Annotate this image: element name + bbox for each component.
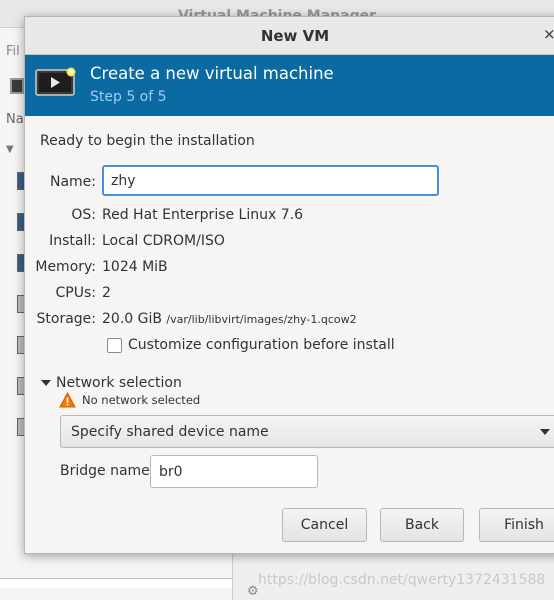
ready-text: Ready to begin the installation bbox=[40, 133, 255, 149]
network-warning: No network selected bbox=[59, 392, 200, 408]
cpus-value: 2 bbox=[102, 285, 111, 301]
monitor-icon[interactable] bbox=[10, 78, 24, 94]
name-label: Name: bbox=[49, 174, 96, 190]
background-menu-file[interactable]: Fil bbox=[6, 44, 20, 59]
background-statusbar bbox=[0, 578, 232, 588]
storage-path: /var/lib/libvirt/images/zhy-1.qcow2 bbox=[166, 313, 357, 326]
expander-arrow-icon[interactable] bbox=[41, 380, 51, 386]
warning-icon bbox=[59, 392, 76, 408]
name-input[interactable] bbox=[102, 165, 439, 196]
close-icon[interactable]: × bbox=[543, 25, 554, 43]
storage-label: Storage: bbox=[36, 311, 97, 327]
cpus-label: CPUs: bbox=[55, 285, 96, 301]
wizard-banner: Create a new virtual machine Step 5 of 5 bbox=[25, 55, 554, 116]
finish-button[interactable]: Finish bbox=[479, 508, 554, 542]
memory-label: Memory: bbox=[35, 259, 96, 275]
cancel-button[interactable]: Cancel bbox=[282, 508, 367, 542]
gear-icon[interactable]: ⚙ bbox=[247, 584, 259, 599]
new-vm-dialog: New VM × Create a new virtual machine St… bbox=[24, 16, 554, 554]
back-button[interactable]: Back bbox=[380, 508, 464, 542]
network-source-selected[interactable]: Specify shared device name bbox=[71, 424, 269, 440]
dialog-title: New VM bbox=[260, 27, 330, 45]
banner-title: Create a new virtual machine bbox=[90, 64, 334, 83]
warning-text: No network selected bbox=[82, 393, 201, 407]
customize-checkbox[interactable] bbox=[107, 337, 122, 353]
expander-arrow-icon[interactable]: ▼ bbox=[6, 144, 14, 155]
dialog-titlebar[interactable]: New VM × bbox=[25, 17, 554, 55]
watermark: https://blog.csdn.net/qwerty1372431588 bbox=[258, 572, 546, 588]
customize-checkbox-row[interactable]: Customize configuration before install bbox=[107, 337, 395, 353]
network-source-dropdown[interactable]: Specify shared device name bbox=[60, 415, 554, 448]
storage-size: 20.0 GiB bbox=[102, 311, 162, 327]
network-selection-expander[interactable]: Network selection bbox=[41, 375, 182, 391]
install-value: Local CDROM/ISO bbox=[102, 233, 225, 249]
storage-value: 20.0 GiB /var/lib/libvirt/images/zhy-1.q… bbox=[102, 311, 357, 327]
customize-checkbox-label[interactable]: Customize configuration before install bbox=[128, 337, 395, 353]
banner-step: Step 5 of 5 bbox=[90, 89, 167, 105]
os-label: OS: bbox=[71, 207, 96, 223]
chevron-down-icon[interactable] bbox=[540, 429, 550, 435]
os-value: Red Hat Enterprise Linux 7.6 bbox=[102, 207, 303, 223]
bridge-name-label: Bridge name: bbox=[60, 463, 155, 479]
network-selection-label[interactable]: Network selection bbox=[56, 375, 182, 391]
install-label: Install: bbox=[49, 233, 96, 249]
virtual-machine-icon bbox=[35, 67, 76, 96]
background-column-header[interactable]: Na bbox=[6, 112, 24, 127]
memory-value: 1024 MiB bbox=[102, 259, 168, 275]
bridge-name-input[interactable] bbox=[150, 455, 318, 488]
